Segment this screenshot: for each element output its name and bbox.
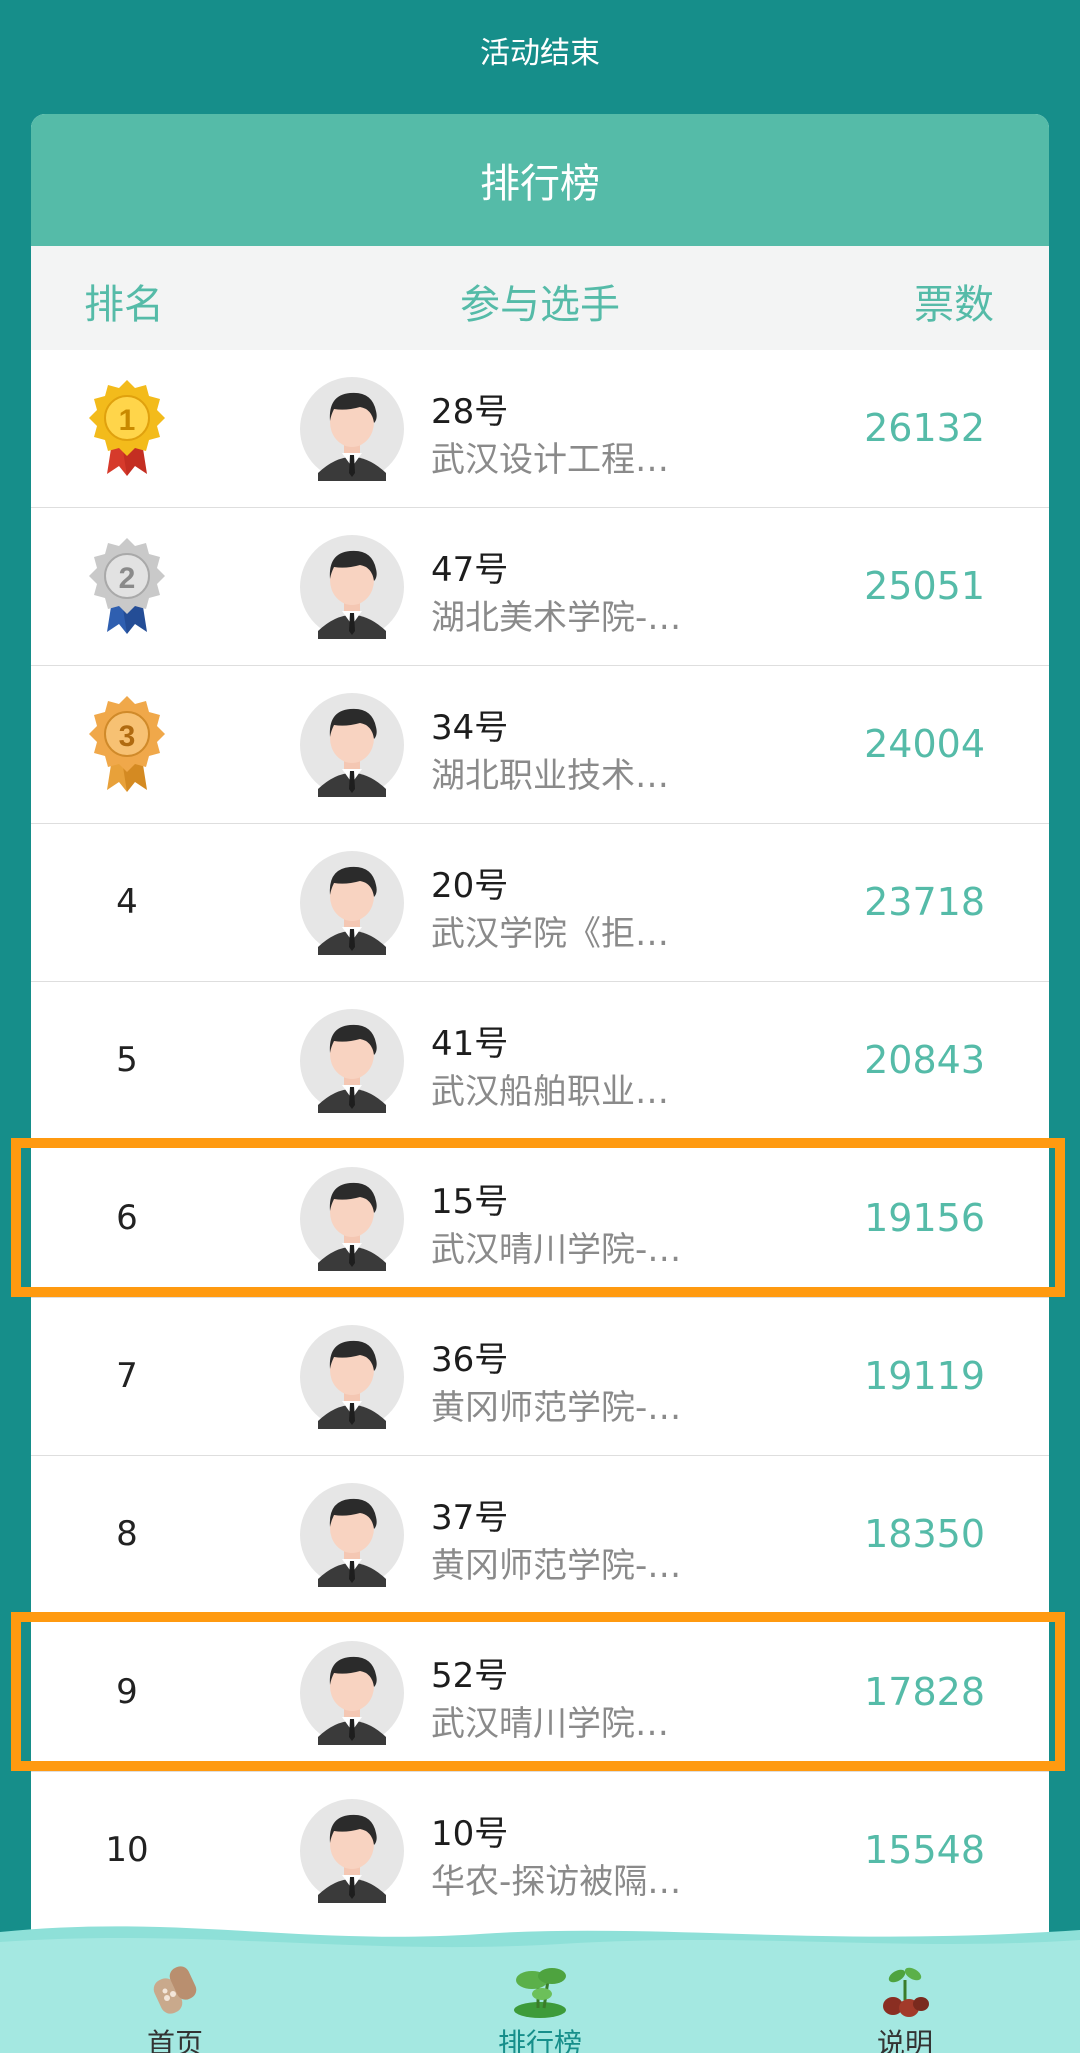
table-row[interactable]: 9 52号 武汉晴川学院… 17828 [31,1614,1049,1772]
lotus-leaf-icon [514,1968,566,2018]
silver-medal-icon [83,536,171,636]
vote-count: 26132 [864,406,985,450]
rank-number: 6 [116,1198,138,1238]
column-header-votes: 票数 [914,282,994,328]
nav-info[interactable]: 说明 [815,1960,995,2053]
vote-count: 20843 [864,1038,985,1082]
leaderboard-title: 排行榜 [31,114,1049,246]
avatar [300,1325,404,1429]
player-school: 华农-探访被隔… [431,1862,682,1902]
nav-ranking[interactable]: 排行榜 [450,1960,630,2053]
vote-count: 17828 [864,1670,985,1714]
avatar [300,1799,404,1903]
player-number: 34号 [431,708,509,748]
vote-count: 15548 [864,1828,985,1872]
vote-count: 19119 [864,1354,985,1398]
nav-info-label: 说明 [876,2027,933,2053]
player-school: 黄冈师范学院-… [431,1546,682,1586]
player-number: 28号 [431,392,509,432]
table-row[interactable]: 5 41号 武汉船舶职业… 20843 [31,982,1049,1140]
nav-ranking-label: 排行榜 [497,2027,582,2053]
table-row[interactable]: 47号 湖北美术学院-… 25051 [31,508,1049,666]
table-row[interactable]: 6 15号 武汉晴川学院-… 19156 [31,1140,1049,1298]
seedling-icon [883,1967,929,2017]
nav-home-label: 首页 [146,2027,203,2053]
player-number: 47号 [431,550,509,590]
vote-count: 18350 [864,1512,985,1556]
avatar [300,1483,404,1587]
avatar [300,1167,404,1271]
rank-number: 10 [105,1830,149,1870]
table-row[interactable]: 28号 武汉设计工程… 26132 [31,350,1049,508]
player-school: 武汉设计工程… [431,440,669,480]
avatar [300,377,404,481]
player-school: 武汉船舶职业… [431,1072,669,1112]
player-number: 36号 [431,1340,509,1380]
player-number: 52号 [431,1656,509,1696]
activity-status: 活动结束 [480,36,600,71]
player-school: 武汉晴川学院-… [431,1230,682,1270]
player-school: 湖北美术学院-… [431,598,682,638]
bottom-navigation: 首页 排行榜 说明 [0,1922,1080,2053]
rank-number: 9 [116,1672,138,1712]
avatar [300,851,404,955]
player-number: 10号 [431,1814,509,1854]
nav-home[interactable]: 首页 [85,1960,265,2053]
gold-medal-icon [83,378,171,478]
rank-number: 5 [116,1040,138,1080]
lotus-root-icon [153,1966,197,2014]
player-number: 20号 [431,866,509,906]
player-school: 武汉晴川学院… [431,1704,669,1744]
player-school: 武汉学院《拒… [431,914,669,954]
bronze-medal-icon [83,694,171,794]
player-number: 15号 [431,1182,509,1222]
table-row[interactable]: 7 36号 黄冈师范学院-… 19119 [31,1298,1049,1456]
rank-number: 7 [116,1356,138,1396]
table-row[interactable]: 4 20号 武汉学院《拒… 23718 [31,824,1049,982]
leaderboard-card: 排行榜 参与选手 排名 票数 28号 武汉设计工程… 26132 47号 湖北美… [31,114,1049,2053]
player-number: 37号 [431,1498,509,1538]
avatar [300,1009,404,1113]
table-row[interactable]: 8 37号 黄冈师范学院-… 18350 [31,1456,1049,1614]
vote-count: 24004 [864,722,985,766]
avatar [300,535,404,639]
player-school: 黄冈师范学院-… [431,1388,682,1428]
player-number: 41号 [431,1024,509,1064]
vote-count: 23718 [864,880,985,924]
table-header: 参与选手 排名 票数 [31,246,1049,350]
column-header-player: 参与选手 [460,282,620,328]
rank-number: 8 [116,1514,138,1554]
top-bar: 活动结束 [0,0,1080,100]
rank-number: 4 [116,882,138,922]
avatar [300,1641,404,1745]
vote-count: 25051 [864,564,985,608]
avatar [300,693,404,797]
column-header-rank: 排名 [84,282,164,328]
table-row[interactable]: 10 10号 华农-探访被隔… 15548 [31,1772,1049,1930]
vote-count: 19156 [864,1196,985,1240]
table-row[interactable]: 34号 湖北职业技术… 24004 [31,666,1049,824]
player-school: 湖北职业技术… [431,756,669,796]
